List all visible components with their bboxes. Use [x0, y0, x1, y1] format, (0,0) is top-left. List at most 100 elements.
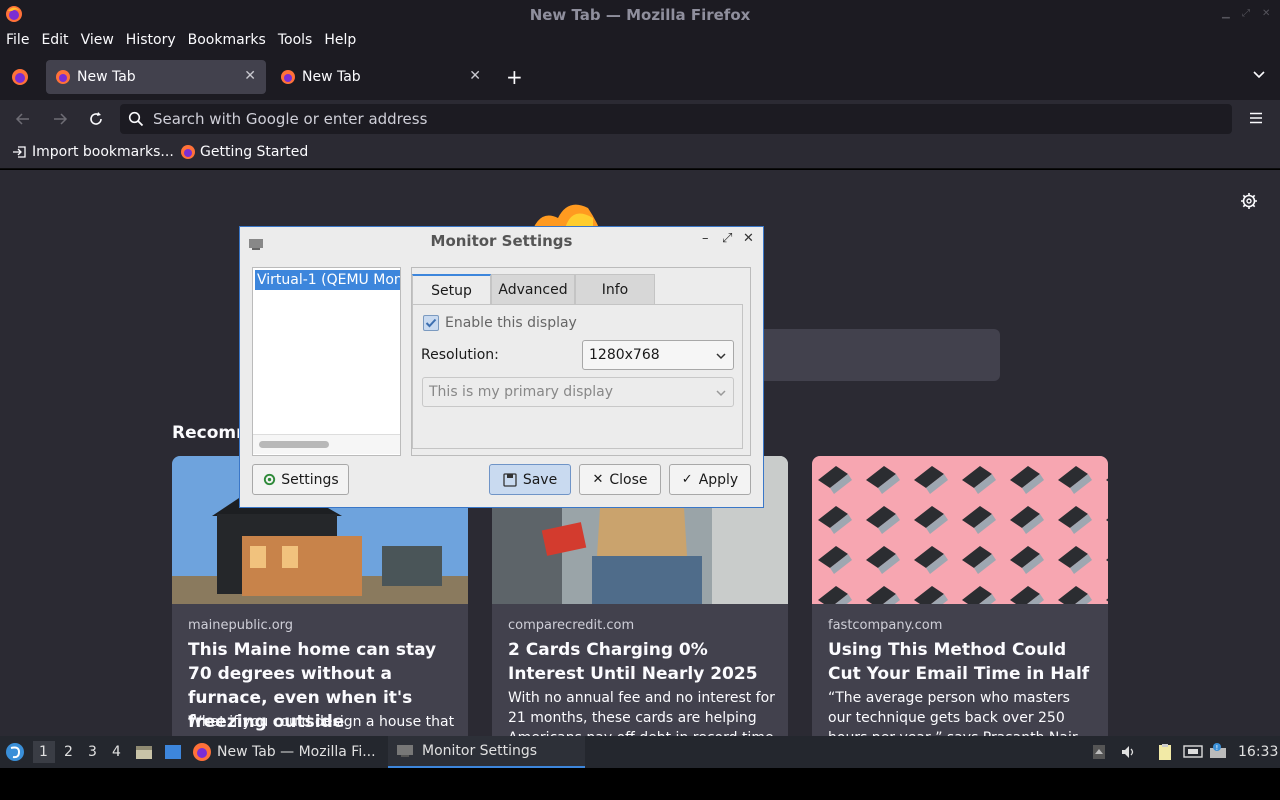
menu-bookmarks[interactable]: Bookmarks [182, 30, 272, 52]
resolution-select[interactable]: 1280x768 [582, 340, 734, 370]
save-button[interactable]: Save [489, 464, 571, 495]
reload-icon[interactable] [88, 111, 104, 127]
bookmark-import[interactable]: Import bookmarks... [12, 144, 174, 160]
tab-new-tab-1[interactable]: New Tab ✕ [46, 60, 266, 94]
display-list[interactable]: Virtual-1 (QEMU Monitor) [252, 267, 401, 456]
close-x-icon: ✕ [592, 472, 604, 487]
monitor-icon [396, 743, 414, 759]
story-source: mainepublic.org [188, 618, 294, 633]
checkmark-icon: ✓ [681, 472, 693, 487]
close-tab-icon[interactable]: ✕ [469, 68, 481, 84]
story-title: 2 Cards Charging 0% Interest Until Nearl… [508, 640, 758, 684]
tab-strip: New Tab ✕ New Tab ✕ + [0, 52, 1280, 100]
scrollbar-thumb[interactable] [259, 441, 329, 448]
display-list-item[interactable]: Virtual-1 (QEMU Monitor) [255, 270, 400, 290]
bookmark-label: Getting Started [200, 144, 309, 160]
tab-label: New Tab [77, 69, 136, 85]
tab-label: New Tab [302, 69, 361, 85]
forward-arrow-icon[interactable] [52, 111, 68, 127]
story-excerpt: What if you could design a house that on [188, 714, 455, 736]
clipboard-icon[interactable] [1156, 743, 1174, 761]
settings-panel: Setup Advanced Info Enable this display … [411, 267, 751, 456]
dialog-titlebar[interactable]: Monitor Settings – ⤢ ✕ [240, 227, 763, 253]
workspace-4[interactable]: 4 [112, 744, 121, 760]
settings-button[interactable]: Settings [252, 464, 349, 495]
story-source: comparecredit.com [508, 618, 635, 633]
apply-button[interactable]: ✓ Apply [669, 464, 751, 495]
window-title: New Tab — Mozilla Firefox [529, 6, 751, 24]
hamburger-menu-icon[interactable] [1249, 111, 1263, 125]
task-monitor-settings[interactable]: Monitor Settings [388, 736, 585, 768]
notification-icon[interactable]: ! [1209, 742, 1229, 760]
close-button-label: Close [609, 471, 648, 488]
menu-edit[interactable]: Edit [35, 30, 74, 52]
window-titlebar: New Tab — Mozilla Firefox ▁ ⤢ ✕ [0, 0, 1280, 30]
minimize-icon[interactable]: – [702, 231, 709, 246]
firefox-icon [55, 69, 71, 85]
menu-tools[interactable]: Tools [272, 30, 319, 52]
resolution-value: 1280x768 [589, 347, 660, 363]
enable-display-label: Enable this display [445, 315, 577, 331]
maximize-icon[interactable]: ⤢ [722, 231, 732, 246]
task-label: Monitor Settings [422, 743, 538, 759]
primary-display-value: This is my primary display [429, 384, 614, 400]
svg-text:!: ! [1216, 744, 1219, 752]
workspace-1[interactable]: 1 [39, 744, 48, 760]
tab-advanced[interactable]: Advanced [491, 274, 575, 305]
minimize-icon[interactable]: ▁ [1222, 9, 1232, 19]
enable-display-checkbox[interactable] [423, 315, 439, 331]
story-card-3[interactable]: fastcompany.com Using This Method Could … [812, 456, 1108, 736]
tab-new-tab-2[interactable]: New Tab ✕ [271, 60, 491, 94]
workspace-2[interactable]: 2 [64, 744, 73, 760]
new-tab-plus-icon[interactable]: + [506, 65, 523, 89]
story-image [812, 456, 1108, 604]
menu-help[interactable]: Help [318, 30, 362, 52]
bookmark-getting-started[interactable]: Getting Started [180, 144, 308, 160]
taskbar: 1 2 3 4 New Tab — Mozilla Fi... Monitor … [0, 736, 1280, 768]
maximize-icon[interactable]: ⤢ [1242, 9, 1252, 19]
settings-button-label: Settings [281, 471, 339, 488]
back-arrow-icon[interactable] [15, 111, 31, 127]
show-desktop-icon[interactable] [164, 743, 182, 761]
clock: 16:33 [1238, 744, 1279, 760]
close-window-icon[interactable]: ✕ [1262, 9, 1272, 19]
save-disk-icon [503, 472, 517, 487]
menu-view[interactable]: View [75, 30, 120, 52]
settings-gear-icon [262, 472, 277, 487]
tray-arrow-icon[interactable] [1092, 744, 1106, 760]
list-all-tabs-chevron-icon[interactable] [1252, 68, 1266, 82]
task-label: New Tab — Mozilla Fi... [217, 744, 376, 760]
menubar: File Edit View History Bookmarks Tools H… [0, 30, 1280, 52]
bookmark-label: Import bookmarks... [32, 144, 174, 160]
menu-history[interactable]: History [120, 30, 182, 52]
resolution-label: Resolution: [421, 347, 499, 363]
firefox-view-icon[interactable] [11, 68, 29, 86]
close-tab-icon[interactable]: ✕ [244, 68, 256, 84]
address-bar-placeholder: Search with Google or enter address [153, 110, 428, 128]
gear-icon[interactable] [1240, 192, 1258, 210]
task-firefox[interactable]: New Tab — Mozilla Fi... [192, 736, 386, 768]
workspace-3[interactable]: 3 [88, 744, 97, 760]
horizontal-scrollbar[interactable] [253, 434, 400, 454]
primary-display-select[interactable]: This is my primary display [422, 377, 734, 407]
import-icon [12, 144, 28, 160]
menu-file[interactable]: File [0, 30, 35, 52]
volume-icon[interactable] [1120, 744, 1136, 760]
screen-bottom-edge [0, 768, 1280, 800]
firefox-icon [192, 742, 212, 762]
apply-button-label: Apply [698, 471, 739, 488]
story-title: Using This Method Could Cut Your Email T… [828, 640, 1090, 684]
search-icon [128, 111, 144, 127]
save-button-label: Save [522, 471, 558, 488]
story-source: fastcompany.com [828, 618, 943, 633]
tab-info[interactable]: Info [575, 274, 655, 305]
start-menu-icon[interactable] [5, 742, 25, 762]
address-bar[interactable]: Search with Google or enter address [120, 104, 1232, 134]
network-icon[interactable] [1183, 744, 1203, 760]
file-manager-icon[interactable] [135, 743, 153, 761]
close-icon[interactable]: ✕ [743, 231, 754, 246]
monitor-settings-dialog: Monitor Settings – ⤢ ✕ Virtual-1 (QEMU M… [239, 226, 764, 508]
chevron-down-icon [715, 387, 727, 399]
tab-setup[interactable]: Setup [412, 274, 491, 305]
close-button[interactable]: ✕ Close [579, 464, 661, 495]
